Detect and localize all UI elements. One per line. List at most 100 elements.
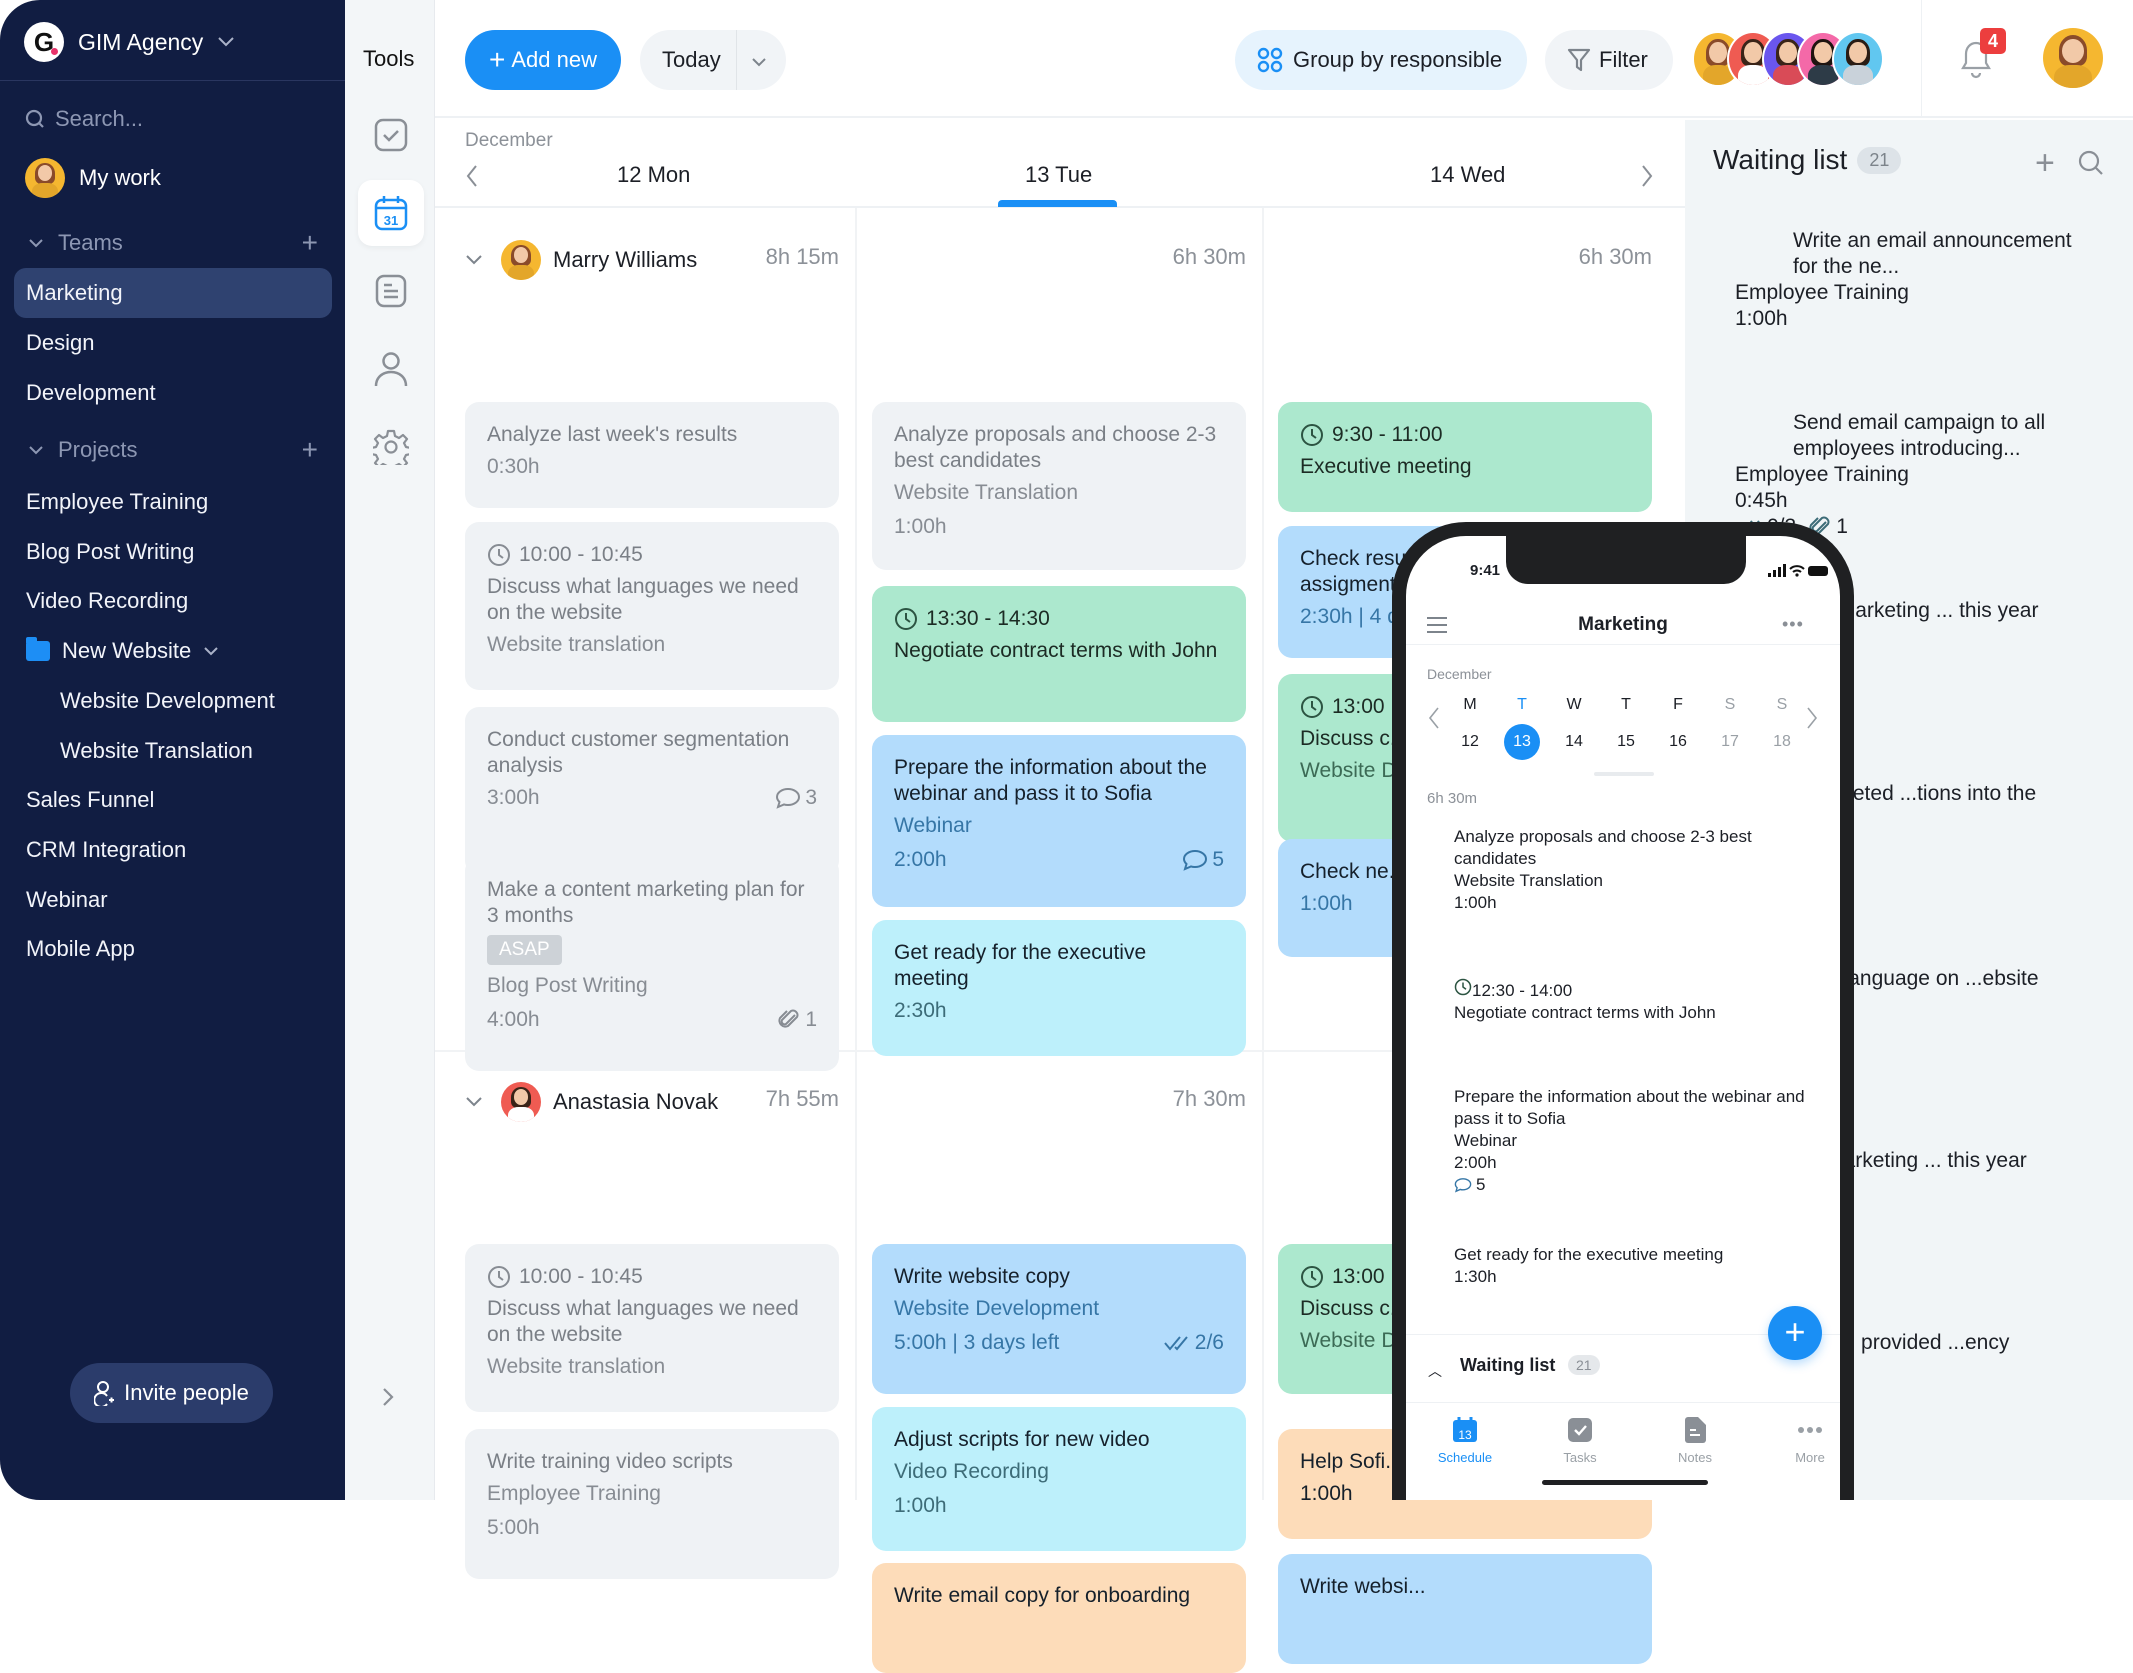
sidebar-item-team[interactable]: Development xyxy=(14,368,332,418)
sidebar: G GIM Agency Search... My work Teams + P… xyxy=(0,0,345,1500)
task-project[interactable]: Employee Training xyxy=(487,1481,817,1507)
date-cell[interactable]: 14 xyxy=(1556,724,1592,760)
task-card[interactable]: 13:30 - 14:30 Negotiate contract terms wi… xyxy=(872,586,1246,722)
task-card[interactable]: Analyze proposals and choose 2-3 best ca… xyxy=(872,402,1246,570)
filter-button[interactable]: Filter xyxy=(1545,30,1673,90)
workspace-switcher[interactable]: G GIM Agency xyxy=(24,22,235,62)
add-new-label: Add new xyxy=(511,47,597,72)
next-day-button[interactable] xyxy=(1640,164,1654,193)
phone-task-card[interactable]: Get ready for the executive meeting 1:30h xyxy=(1432,1226,1828,1336)
sidebar-item-project[interactable]: Blog Post Writing xyxy=(14,527,332,577)
sidebar-item-project[interactable]: Website Development xyxy=(14,676,332,726)
task-title: Prepare the information about the webina… xyxy=(894,756,1207,805)
date-cell[interactable]: 17 xyxy=(1712,724,1748,760)
sidebar-item-project[interactable]: CRM Integration xyxy=(14,825,332,875)
search-input[interactable]: Search... xyxy=(25,106,143,132)
invite-people-button[interactable]: Invite people xyxy=(70,1363,273,1423)
group-by-button[interactable]: Group by responsible xyxy=(1235,30,1527,90)
task-project[interactable]: Website Translation xyxy=(1454,870,1806,892)
clock-icon xyxy=(1300,423,1324,447)
task-project[interactable]: Blog Post Writing xyxy=(487,973,817,999)
waiting-list-count: 21 xyxy=(1857,146,1902,174)
sidebar-item-team[interactable]: Marketing xyxy=(14,268,332,318)
date-cell[interactable]: 16 xyxy=(1660,724,1696,760)
projects-section-header[interactable]: Projects + xyxy=(28,434,318,466)
sidebar-item-project[interactable]: Webinar xyxy=(14,875,332,925)
day-tab[interactable]: 14 Wed xyxy=(1430,162,1505,188)
sidebar-item-project[interactable]: Website Translation xyxy=(14,726,332,776)
checklist-count: 2/6 xyxy=(1194,1331,1224,1354)
my-work-link[interactable]: My work xyxy=(25,158,161,198)
prev-day-button[interactable] xyxy=(465,164,479,193)
task-card[interactable]: Write website copy Website Development 5:0… xyxy=(872,1244,1246,1394)
phone-prev-week[interactable] xyxy=(1428,706,1440,735)
task-duration: 1:00h xyxy=(1735,307,1788,330)
task-project[interactable]: Website Translation xyxy=(894,480,1224,506)
task-project[interactable]: Website translation xyxy=(487,1354,817,1380)
sidebar-item-team[interactable]: Design xyxy=(14,318,332,368)
phone-task-card[interactable]: Analyze proposals and choose 2-3 best ca… xyxy=(1432,808,1828,950)
phone-tab-more[interactable]: More xyxy=(1765,1416,1840,1465)
add-waiting-task-icon[interactable]: + xyxy=(2035,146,2055,180)
add-team-icon[interactable]: + xyxy=(302,227,318,259)
task-card[interactable]: Adjust scripts for new video Video Record… xyxy=(872,1407,1246,1551)
task-project[interactable]: Webinar xyxy=(894,813,1224,839)
task-project[interactable]: Website translation xyxy=(487,632,817,658)
team-member-avatar[interactable] xyxy=(1832,31,1884,87)
sidebar-item-project[interactable]: Mobile App xyxy=(14,924,332,974)
waiting-task-card[interactable]: Write an email announcement for the ne..… xyxy=(1713,208,2105,376)
task-time: 12:30 - 14:00 xyxy=(1454,978,1806,1002)
date-cell[interactable]: 12 xyxy=(1452,724,1488,760)
task-card[interactable]: 9:30 - 11:00 Executive meeting xyxy=(1278,402,1652,512)
tool-tasks[interactable] xyxy=(358,102,424,168)
date-cell[interactable]: 18 xyxy=(1764,724,1800,760)
date-cell-selected[interactable]: 13 xyxy=(1504,724,1540,760)
attachment-count: 1 xyxy=(805,1008,817,1031)
add-project-icon[interactable]: + xyxy=(302,434,318,466)
phone-tab-tasks[interactable]: Tasks xyxy=(1535,1416,1625,1465)
date-range-dropdown[interactable] xyxy=(737,47,767,73)
tool-settings[interactable] xyxy=(358,414,424,480)
add-new-button[interactable]: + Add new xyxy=(465,30,621,90)
task-card[interactable]: Get ready for the executive meeting 2:30h xyxy=(872,920,1246,1056)
tool-people[interactable] xyxy=(358,336,424,402)
sidebar-item-project[interactable]: New Website xyxy=(14,626,332,676)
drag-handle[interactable] xyxy=(1594,772,1654,776)
phone-task-card[interactable]: 12:30 - 14:00 Negotiate contract terms wi… xyxy=(1432,960,1828,1056)
task-card[interactable]: Analyze last week's results 0:30h xyxy=(465,402,839,508)
day-tab-selected[interactable]: 13 Tue xyxy=(1025,162,1092,188)
sidebar-item-project[interactable]: Sales Funnel xyxy=(14,775,332,825)
task-card[interactable]: Conduct customer segmentation analysis 3:… xyxy=(465,707,839,875)
teams-section-header[interactable]: Teams + xyxy=(28,227,318,259)
task-project[interactable]: Webinar xyxy=(1454,1130,1806,1152)
tool-notes[interactable] xyxy=(358,258,424,324)
phone-next-week[interactable] xyxy=(1806,706,1818,735)
chevron-down-icon[interactable] xyxy=(203,646,219,656)
task-card[interactable]: Write training video scripts Employee Tra… xyxy=(465,1429,839,1579)
search-waiting-button[interactable] xyxy=(2078,150,2104,181)
more-options-icon[interactable]: ••• xyxy=(1782,614,1804,635)
task-card[interactable]: Make a content marketing plan for 3 mont… xyxy=(465,857,839,1071)
task-card[interactable]: Prepare the information about the webina… xyxy=(872,735,1246,907)
task-card[interactable]: Write email copy for onboarding xyxy=(872,1563,1246,1673)
phone-tab-notes[interactable]: Notes xyxy=(1650,1416,1740,1465)
day-tab[interactable]: 12 Mon xyxy=(617,162,690,188)
phone-tab-schedule[interactable]: 13 Schedule xyxy=(1420,1416,1510,1465)
task-card[interactable]: 10:00 - 10:45 Discuss what languages we n… xyxy=(465,522,839,690)
task-project[interactable]: Employee Training xyxy=(1735,462,2083,488)
task-card[interactable]: 10:00 - 10:45 Discuss what languages we n… xyxy=(465,1244,839,1412)
sidebar-item-project[interactable]: Video Recording xyxy=(14,576,332,626)
task-project[interactable]: Employee Training xyxy=(1735,280,2083,306)
task-card[interactable]: Write websi... xyxy=(1278,1554,1652,1664)
expand-rail-button[interactable] xyxy=(381,1386,395,1413)
today-button[interactable]: Today xyxy=(640,30,786,90)
user-avatar[interactable] xyxy=(2043,28,2103,88)
tool-calendar[interactable]: 31 xyxy=(358,180,424,246)
sidebar-item-label: Design xyxy=(26,330,95,355)
phone-task-card[interactable]: Prepare the information about the webina… xyxy=(1432,1068,1828,1214)
task-project[interactable]: Video Recording xyxy=(894,1459,1224,1485)
task-project[interactable]: Website Development xyxy=(894,1296,1224,1322)
task-time-label: 13:00 xyxy=(1332,1265,1385,1288)
sidebar-item-project[interactable]: Employee Training xyxy=(14,477,332,527)
date-cell[interactable]: 15 xyxy=(1608,724,1644,760)
